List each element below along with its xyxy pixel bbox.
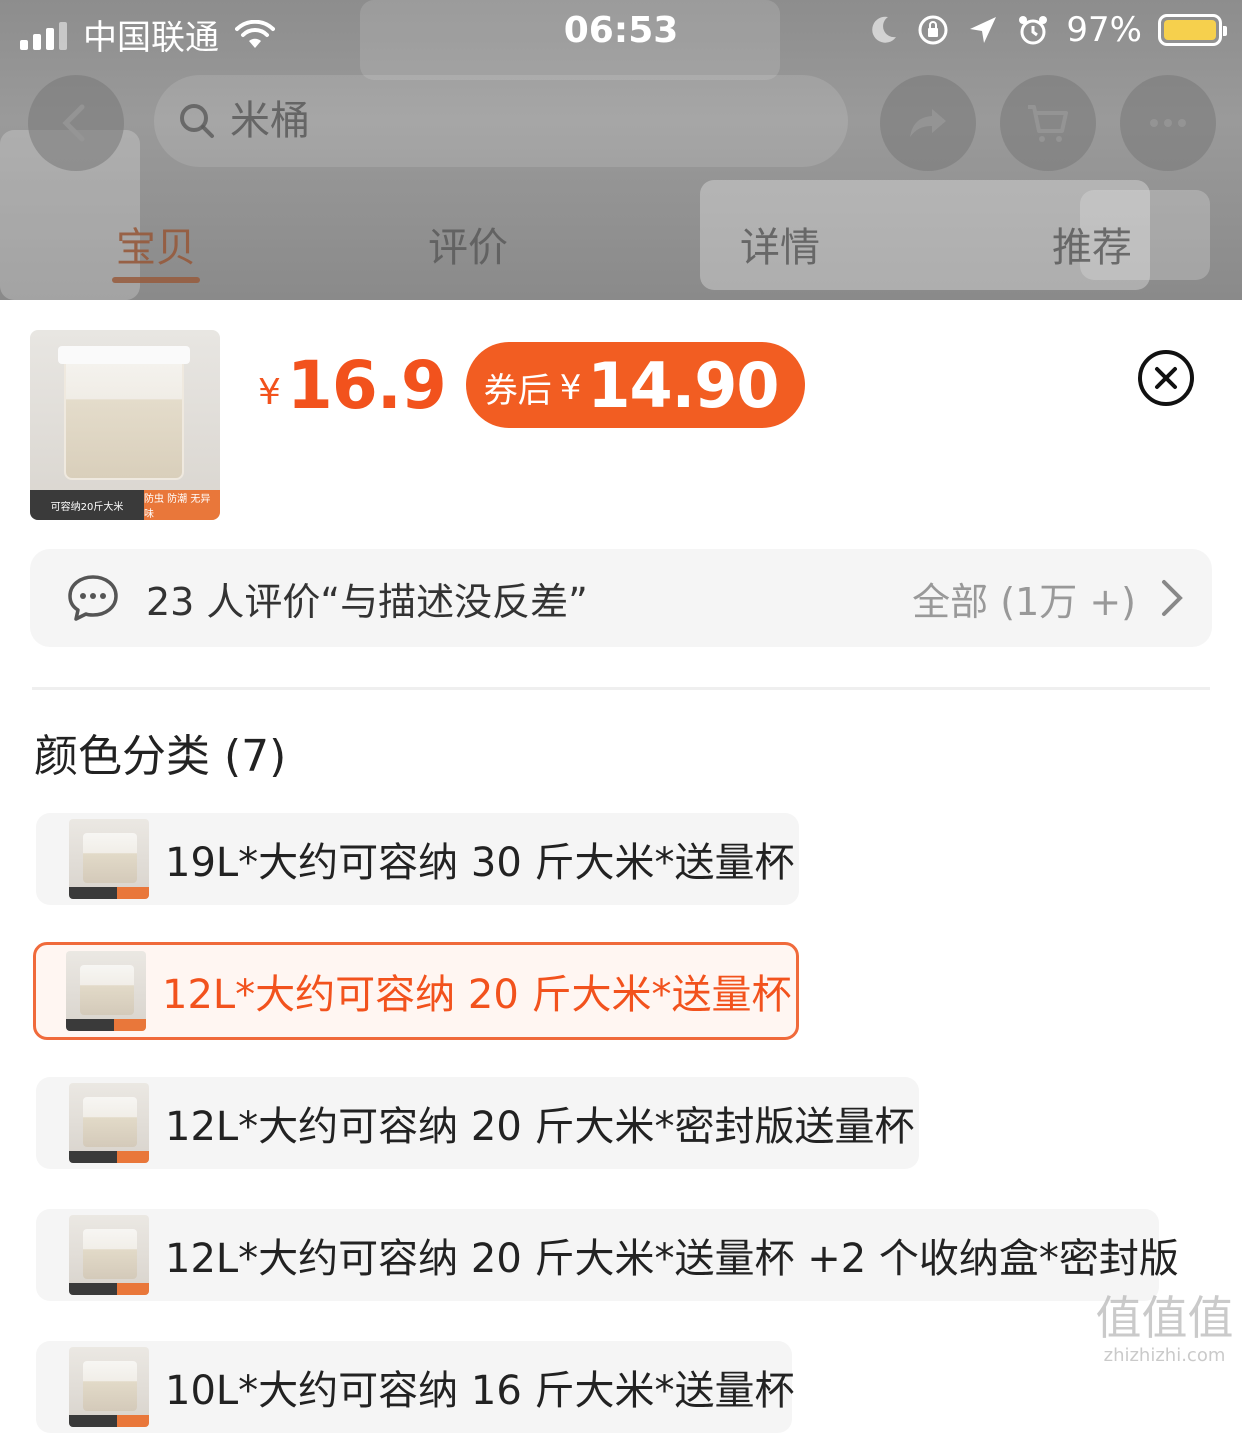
- thumbnail-caption-left: 可容纳20斤大米: [30, 490, 144, 520]
- watermark-logo: 值值值 zhizhizhi.com: [1092, 1290, 1237, 1370]
- top-nav: [0, 75, 1242, 175]
- more-dots-icon: [1150, 119, 1186, 127]
- close-button[interactable]: [1138, 350, 1194, 406]
- watermark-main: 值值值: [1095, 1291, 1234, 1345]
- sku-option-thumbnail: [69, 1083, 149, 1163]
- sku-option-thumbnail: [69, 819, 149, 899]
- search-icon: [180, 104, 214, 138]
- thumbnail-caption: 可容纳20斤大米 防虫 防潮 无异味: [30, 490, 220, 520]
- sku-option-thumbnail: [69, 1347, 149, 1427]
- location-icon: [970, 17, 997, 43]
- thumbnail-caption-right: 防虫 防潮 无异味: [144, 490, 220, 520]
- sku-option[interactable]: 19L*大约可容纳 30 斤大米*送量杯: [36, 813, 799, 905]
- sku-option[interactable]: 12L*大约可容纳 20 斤大米*送量杯 +2 个收纳盒*密封版: [36, 1209, 1179, 1301]
- review-summary-bar[interactable]: 23 人评价“与描述没反差” 全部 (1万 +): [30, 549, 1212, 647]
- review-summary-text: 23 人评价“与描述没反差”: [146, 579, 588, 624]
- product-image-body: [64, 354, 184, 480]
- color-category-title: 颜色分类 (7): [34, 731, 287, 782]
- tab-recommend[interactable]: 推荐: [1012, 215, 1172, 273]
- coupon-price-value: 14.90: [587, 348, 779, 422]
- tab-baobei[interactable]: 宝贝: [76, 215, 236, 283]
- product-image-lid: [58, 346, 190, 364]
- battery-percentage: 97%: [1066, 10, 1142, 50]
- alarm-icon: [1019, 16, 1048, 45]
- battery-level: [1164, 20, 1216, 40]
- coupon-price-badge: 券后 ¥ 14.90: [465, 342, 805, 428]
- sku-option-label: 19L*大约可容纳 30 斤大米*送量杯: [165, 840, 795, 886]
- chevron-left-icon: [62, 104, 85, 142]
- sku-selection-sheet: 可容纳20斤大米 防虫 防潮 无异味 ¥ 16.9 券后 ¥ 14.90 23 …: [0, 300, 1242, 1433]
- coupon-label: 券后: [483, 370, 552, 411]
- chat-bubble-icon: [68, 575, 118, 621]
- sku-option-label: 12L*大约可容纳 20 斤大米*密封版送量杯: [165, 1104, 915, 1150]
- rotation-lock-icon: [918, 15, 948, 45]
- sku-option[interactable]: 12L*大约可容纳 20 斤大米*密封版送量杯: [36, 1077, 919, 1169]
- coupon-currency: ¥: [559, 368, 582, 408]
- review-all-link[interactable]: 全部 (1万 +): [912, 571, 1136, 626]
- moon-icon: [872, 16, 897, 43]
- sku-option-label: 10L*大约可容纳 16 斤大米*送量杯: [165, 1368, 795, 1414]
- page-tabs: 宝贝 评价 详情 推荐: [0, 215, 1242, 295]
- sku-option-thumbnail: [66, 951, 146, 1031]
- product-thumbnail[interactable]: 可容纳20斤大米 防虫 防潮 无异味: [30, 330, 220, 520]
- status-right: 97%: [866, 10, 1227, 50]
- tab-details[interactable]: 详情: [700, 215, 860, 273]
- background-product-page: 中国联通 06:53 97% 米桶 宝贝 评价 详情 推荐: [0, 0, 1242, 300]
- active-tab-indicator: [112, 277, 200, 283]
- tab-reviews[interactable]: 评价: [388, 215, 548, 273]
- close-icon: [1155, 367, 1177, 389]
- search-bar[interactable]: [154, 75, 848, 167]
- watermark-sub: zhizhizhi.com: [1103, 1345, 1226, 1366]
- sku-option-thumbnail: [69, 1215, 149, 1295]
- chevron-right-icon: [1162, 580, 1183, 616]
- more-button[interactable]: [1120, 75, 1216, 171]
- cart-icon: [1028, 105, 1068, 142]
- cart-button[interactable]: [1000, 75, 1096, 171]
- sku-option[interactable]: 10L*大约可容纳 16 斤大米*送量杯: [36, 1341, 795, 1433]
- sku-option-label: 12L*大约可容纳 20 斤大米*送量杯 +2 个收纳盒*密封版: [165, 1236, 1179, 1282]
- tab-label: 宝贝: [116, 225, 196, 271]
- sku-option-label: 12L*大约可容纳 20 斤大米*送量杯: [162, 972, 792, 1018]
- price-value: 16.9: [286, 346, 447, 424]
- price-currency: ¥: [258, 371, 281, 413]
- share-icon: [910, 109, 946, 137]
- search-input[interactable]: [228, 97, 728, 145]
- divider: [32, 687, 1210, 690]
- tab-label: 详情: [740, 225, 820, 271]
- back-button[interactable]: [28, 75, 124, 171]
- share-button[interactable]: [880, 75, 976, 171]
- status-bar: 中国联通 06:53 97%: [0, 0, 1242, 64]
- price-row: ¥ 16.9 券后 ¥ 14.90: [258, 340, 805, 430]
- tab-label: 评价: [428, 225, 508, 271]
- tab-label: 推荐: [1052, 225, 1132, 271]
- battery-icon: [1158, 14, 1227, 46]
- sku-option-selected[interactable]: 12L*大约可容纳 20 斤大米*送量杯: [33, 942, 799, 1040]
